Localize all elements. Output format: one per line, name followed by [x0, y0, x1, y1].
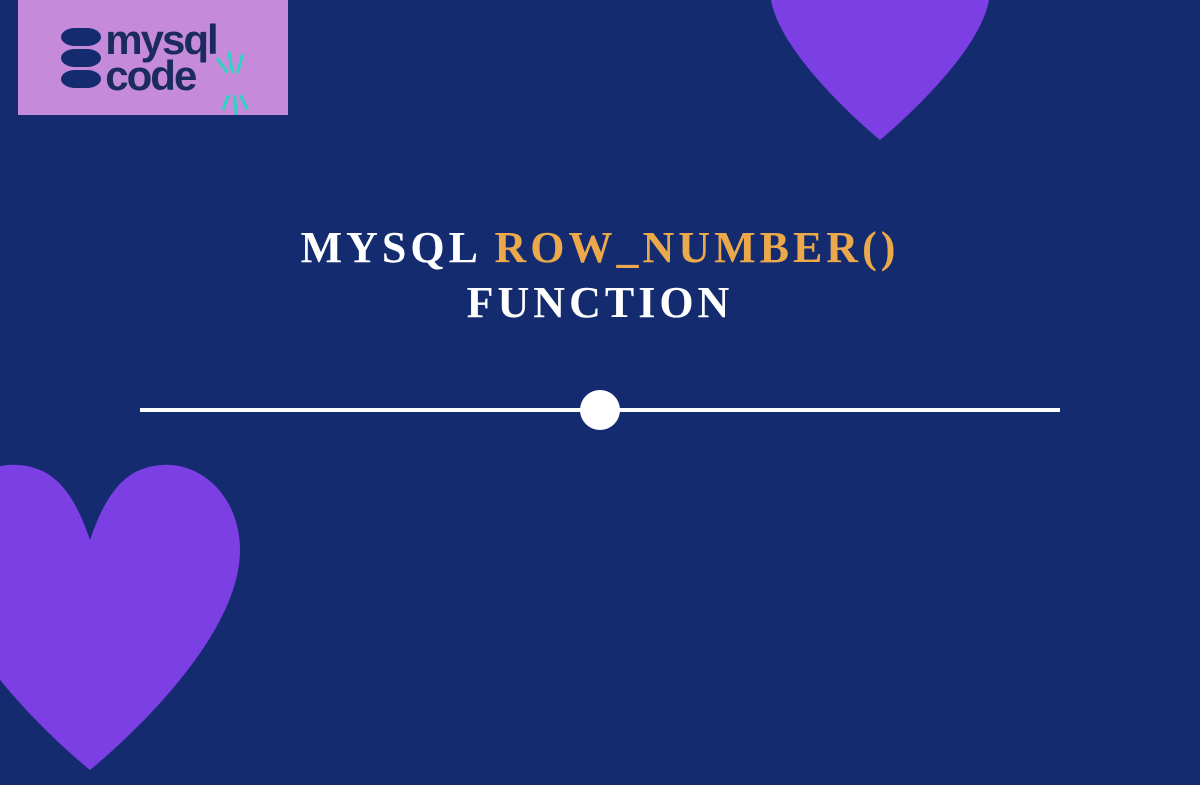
- title-line-2: FUNCTION: [0, 275, 1200, 330]
- logo-inner: mysql code: [61, 22, 244, 93]
- spark-icon: [221, 33, 245, 93]
- logo-line2: code: [105, 58, 216, 94]
- main-title: MYSQL ROW_NUMBER() FUNCTION: [0, 220, 1200, 330]
- database-icon: [61, 28, 101, 88]
- divider-line-right: [618, 408, 1060, 412]
- title-part3: FUNCTION: [467, 278, 734, 327]
- heart-decoration: [760, 0, 1000, 150]
- title-part1: MYSQL: [301, 223, 480, 272]
- logo-badge: mysql code: [18, 0, 288, 115]
- divider-dot: [580, 390, 620, 430]
- logo-text: mysql code: [105, 22, 216, 93]
- corner-decoration: [0, 400, 280, 780]
- title-part2: ROW_NUMBER(): [495, 223, 900, 272]
- title-line-1: MYSQL ROW_NUMBER(): [0, 220, 1200, 275]
